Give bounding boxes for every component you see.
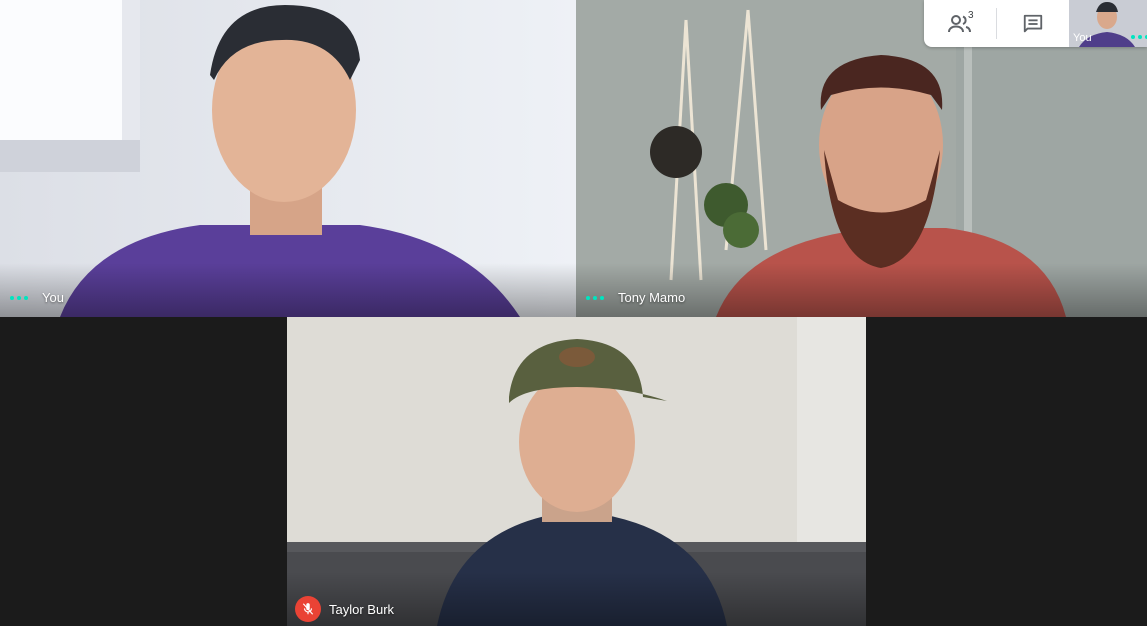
participant-label: Tony Mamo — [586, 290, 685, 305]
participant-name: Taylor Burk — [329, 601, 395, 617]
video-tile-taylor-burk[interactable]: Taylor Burk — [287, 317, 866, 626]
video-tile-tony-mamo[interactable]: Tony Mamo — [576, 0, 1147, 317]
participant-count-badge: 3 — [968, 10, 974, 21]
chat-icon — [1023, 14, 1043, 32]
speaking-indicator-icon — [1131, 35, 1147, 39]
chat-button[interactable] — [997, 0, 1069, 47]
participant-label: You — [10, 290, 64, 305]
video-tile-you[interactable]: You — [0, 0, 576, 317]
self-view-label: You — [1073, 32, 1092, 44]
participant-name: Tony Mamo — [618, 290, 686, 305]
self-view-thumbnail[interactable]: You — [1069, 0, 1147, 47]
mic-off-icon — [295, 596, 321, 622]
participant-label: Taylor Burk — [295, 596, 394, 622]
speaking-indicator-icon — [586, 295, 604, 300]
speaking-indicator-icon — [10, 295, 28, 300]
people-button[interactable]: 3 — [924, 0, 996, 47]
participant-name: You — [42, 290, 64, 305]
top-right-toolbar: 3 You — [924, 0, 1147, 47]
